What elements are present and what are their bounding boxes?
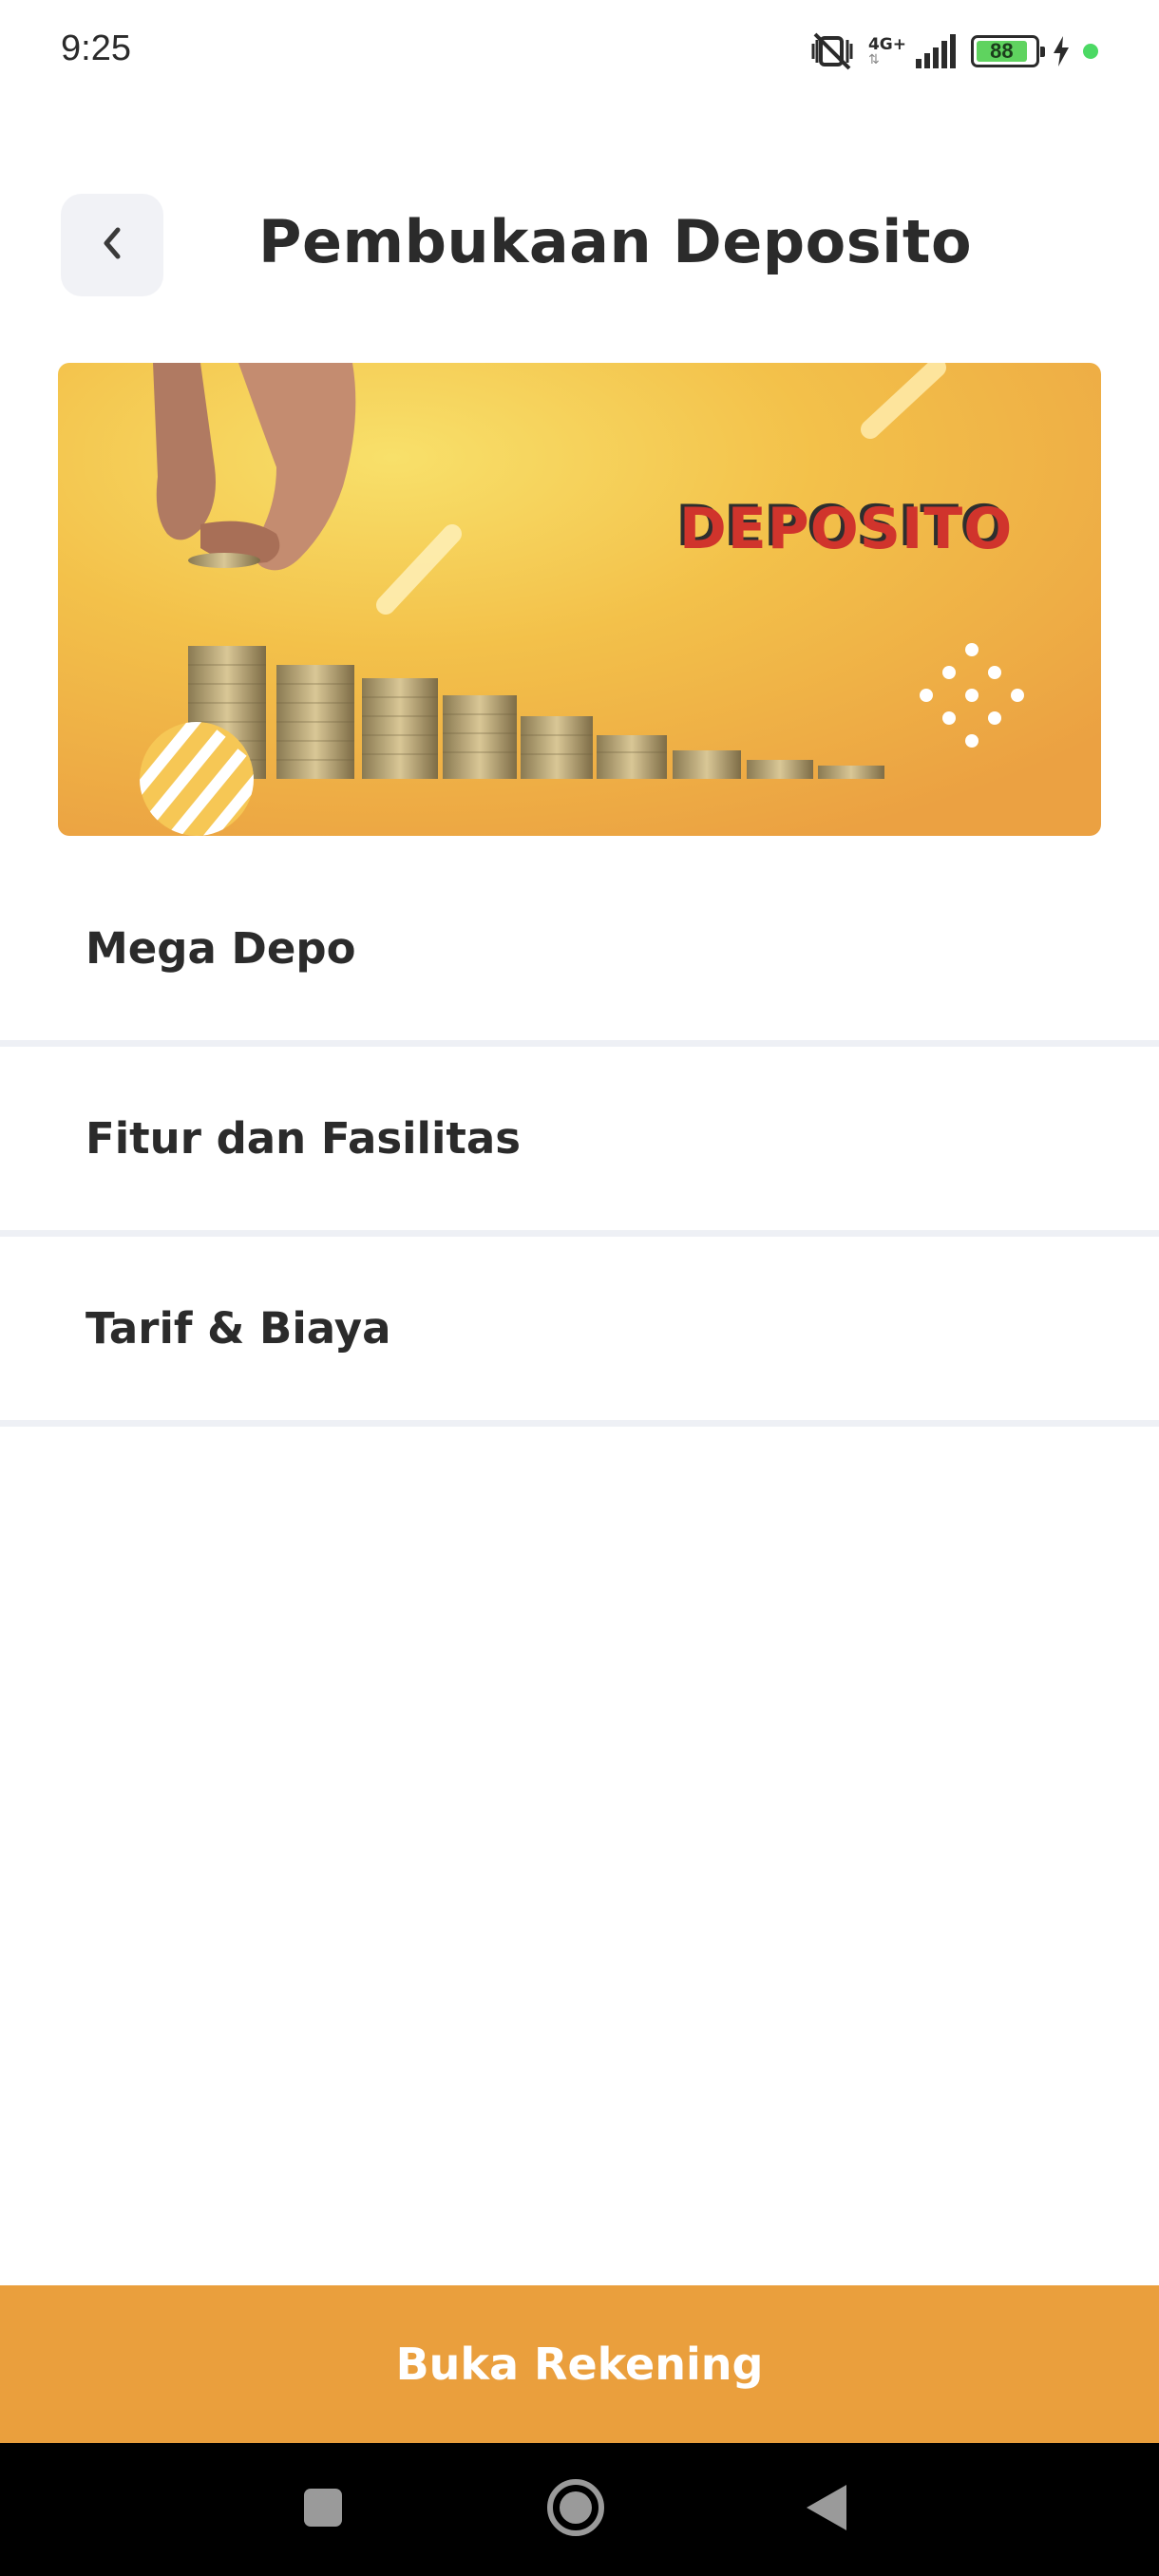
network-type-text: 4G+ (867, 35, 906, 54)
data-arrows-icon: ⇅ (867, 52, 880, 67)
status-time: 9:25 (61, 28, 131, 68)
status-bar: 9:25 4G+ ⇅ 88 (0, 0, 1159, 104)
menu-list: Mega Depo Fitur dan Fasilitas Tarif & Bi… (0, 857, 1159, 1427)
status-icons: 4G+ ⇅ 88 (809, 28, 1098, 74)
page-title: Pembukaan Deposito (258, 207, 973, 276)
charging-icon (1053, 36, 1070, 66)
network-label: 4G+ ⇅ (868, 36, 906, 66)
screen: 9:25 4G+ ⇅ 88 Pembukaan Deposito DEPOSIT… (0, 0, 1159, 2576)
battery-level: 88 (990, 39, 1014, 63)
menu-item-label: Fitur dan Fasilitas (86, 1113, 522, 1164)
cta-label: Buka Rekening (395, 2339, 764, 2390)
back-button[interactable] (61, 194, 163, 296)
home-button[interactable] (509, 2443, 642, 2576)
menu-item-tarif-dan-biaya[interactable]: Tarif & Biaya (0, 1237, 1159, 1427)
battery-icon: 88 (971, 35, 1045, 67)
back-triangle-icon (805, 2483, 848, 2536)
recents-button[interactable] (256, 2443, 390, 2576)
battery-fill: 88 (977, 39, 1027, 63)
menu-item-fitur-dan-fasilitas[interactable]: Fitur dan Fasilitas (0, 1047, 1159, 1237)
buka-rekening-button[interactable]: Buka Rekening (0, 2285, 1159, 2443)
deposito-banner: DEPOSITO (58, 363, 1101, 836)
banner-title: DEPOSITO (679, 496, 1014, 562)
mute-vibrate-icon (809, 30, 855, 72)
banner-illustration (58, 363, 1101, 836)
home-circle-icon (545, 2477, 606, 2542)
back-nav-button[interactable] (760, 2443, 893, 2576)
recents-square-icon (302, 2487, 344, 2532)
green-dot-indicator (1083, 44, 1098, 59)
menu-item-mega-depo[interactable]: Mega Depo (0, 857, 1159, 1047)
system-nav-bar (0, 2443, 1159, 2576)
signal-icon (916, 34, 958, 68)
menu-item-label: Mega Depo (86, 923, 356, 974)
menu-item-label: Tarif & Biaya (86, 1303, 391, 1354)
chevron-left-icon (95, 224, 129, 266)
